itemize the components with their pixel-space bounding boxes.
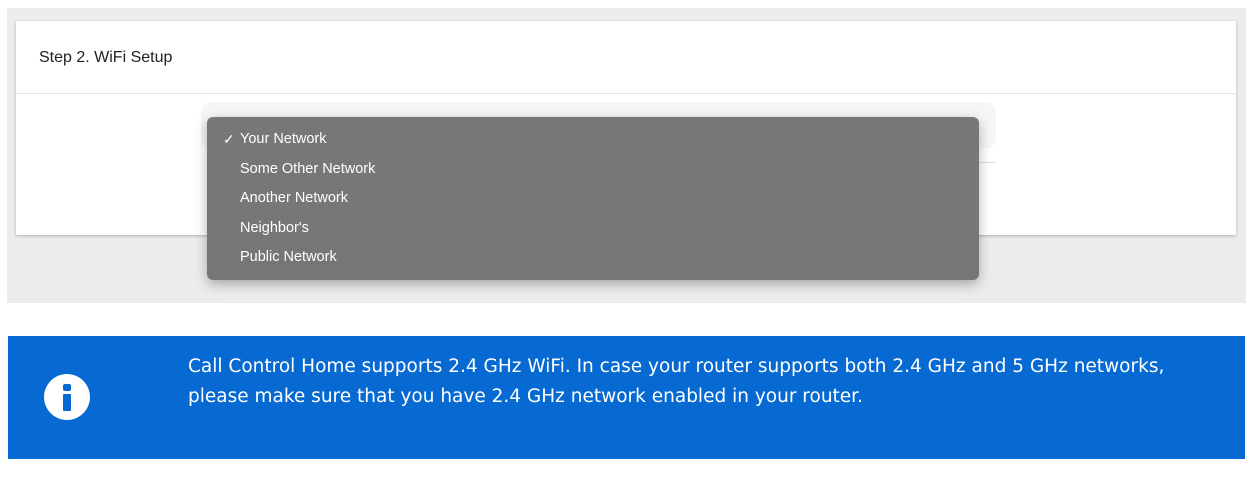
network-option-label: Some Other Network [240, 160, 376, 177]
checkmark-icon: ✓ [223, 131, 235, 147]
network-option-label: Your Network [240, 131, 327, 147]
info-icon-dot [63, 384, 71, 391]
info-banner: Call Control Home supports 2.4 GHz WiFi.… [8, 336, 1245, 459]
network-option-some-other-network[interactable]: Some Other Network [207, 155, 979, 185]
wifi-setup-screenshot: Step 2. WiFi Setup ✓ Your Network Some O… [7, 8, 1246, 303]
network-option-your-network[interactable]: ✓ Your Network [207, 125, 979, 155]
info-banner-text: Call Control Home supports 2.4 GHz WiFi.… [188, 356, 1165, 407]
network-option-public-network[interactable]: Public Network [207, 243, 979, 273]
network-option-label: Neighbor's [240, 219, 309, 236]
network-option-label: Another Network [240, 190, 348, 206]
card-header: Step 2. WiFi Setup [16, 21, 1236, 94]
network-option-neighbors[interactable]: Neighbor's [207, 214, 979, 244]
info-icon [44, 374, 90, 420]
info-icon-bar [63, 394, 71, 411]
network-dropdown-menu: ✓ Your Network Some Other Network Anothe… [207, 117, 979, 280]
network-option-another-network[interactable]: Another Network [207, 184, 979, 214]
network-option-label: Public Network [240, 249, 337, 265]
card-title: Step 2. WiFi Setup [39, 49, 173, 66]
